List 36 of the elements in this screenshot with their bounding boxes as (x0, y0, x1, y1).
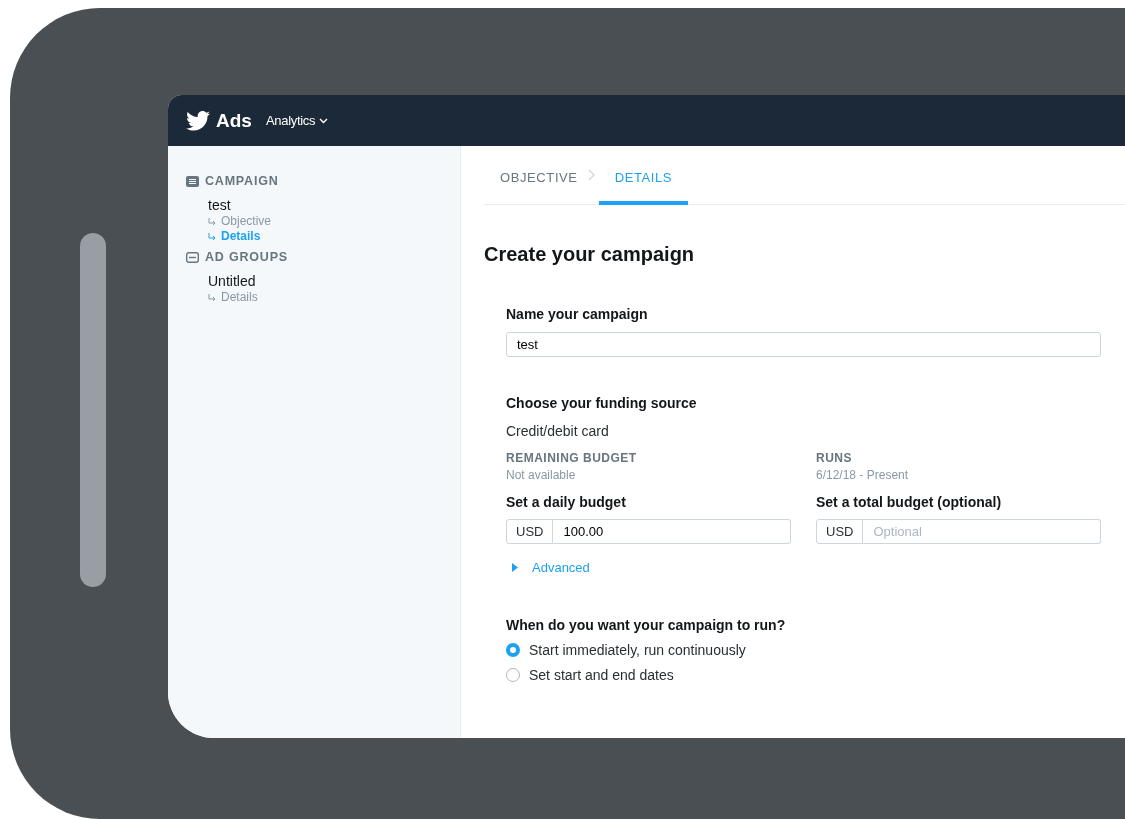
return-arrow-icon (208, 293, 217, 302)
chevron-right-icon (587, 169, 595, 181)
caret-icon (319, 117, 329, 124)
sidebar-item[interactable]: Untitled (208, 273, 460, 290)
field-label: Set a daily budget (506, 494, 627, 510)
stat-label: RUNS (816, 451, 853, 465)
stat-label: REMAINING BUDGET (506, 451, 638, 465)
page-title: Create your campaign (484, 243, 696, 266)
stat-value: 6/12/18 - Present (816, 468, 910, 482)
field-label: When do you want your campaign to run? (506, 617, 787, 633)
section-title: CAMPAIGN (205, 174, 279, 188)
campaign-name-field[interactable]: test (506, 332, 1101, 357)
funding-source: Credit/debit card (506, 423, 610, 439)
field-label: Name your campaign (506, 306, 649, 322)
return-arrow-icon (208, 217, 217, 226)
sidebar-item[interactable]: test (208, 197, 460, 214)
budget-field[interactable]: 100.00 (553, 519, 791, 544)
currency-label: USD (506, 519, 554, 544)
analytics-menu[interactable]: Analytics (265, 113, 329, 128)
budget-field[interactable]: Optional (863, 519, 1101, 544)
field-label: Set a total budget (optional) (816, 494, 1003, 510)
bird-logo-icon (186, 110, 210, 131)
step-tab[interactable]: OBJECTIVE (500, 146, 578, 205)
stat-value: Not available (506, 468, 577, 482)
section-title: AD GROUPS (205, 250, 288, 264)
radio-button[interactable] (506, 643, 520, 657)
logo-text: Ads (216, 109, 252, 132)
triangle-icon (512, 563, 518, 572)
list-icon (186, 175, 199, 187)
radio-option[interactable]: Start immediately, run continuously (506, 642, 1101, 658)
field-label: Choose your funding source (506, 395, 698, 411)
radio-option[interactable]: Set start and end dates (506, 667, 1101, 683)
radio-button[interactable] (506, 668, 520, 682)
card-icon (186, 251, 199, 263)
return-arrow-icon (208, 232, 217, 241)
currency-label: USD (816, 519, 864, 544)
